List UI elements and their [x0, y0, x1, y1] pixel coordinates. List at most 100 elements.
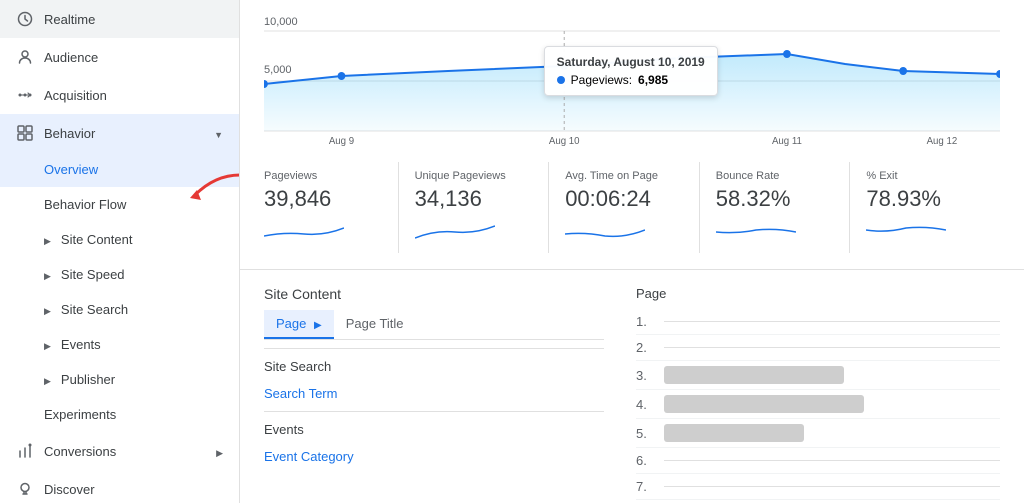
main-content: 10,000 5,000 [240, 0, 1024, 503]
sidebar-item-acquisition[interactable]: Acquisition [0, 76, 239, 114]
metric-exit-label: % Exit [866, 170, 984, 182]
sidebar-item-site-speed[interactable]: Site Speed [0, 257, 239, 292]
tooltip-metric-value: 6,985 [638, 73, 668, 87]
right-column: Page 1. 2. 3. 4. [636, 286, 1000, 500]
sidebar-item-audience[interactable]: Audience [0, 38, 239, 76]
sidebar-item-behavior[interactable]: Behavior [0, 114, 239, 152]
list-item-3: 3. [636, 361, 1000, 390]
sidebar-item-discover[interactable]: Discover [0, 470, 239, 503]
metrics-row: Pageviews 39,846 Unique Pageviews 34,136… [240, 154, 1024, 270]
sidebar-item-audience-label: Audience [44, 50, 223, 65]
chart-area: 10,000 5,000 [240, 0, 1024, 154]
metric-avg-time-value: 00:06:24 [565, 186, 683, 212]
metric-avg-time-label: Avg. Time on Page [565, 170, 683, 182]
numbered-list: 1. 2. 3. 4. [636, 309, 1000, 500]
list-item-1: 1. [636, 309, 1000, 335]
sidebar-item-events[interactable]: Events [0, 327, 239, 362]
person-icon [16, 48, 34, 66]
sidebar-item-publisher-label: Publisher [61, 372, 223, 387]
metric-unique-pageviews-value: 34,136 [415, 186, 533, 212]
metric-bounce-rate-value: 58.32% [716, 186, 834, 212]
sidebar-item-conversions-label: Conversions [44, 444, 206, 459]
events-chevron-icon [44, 337, 51, 352]
svg-text:Aug 12: Aug 12 [927, 136, 958, 146]
site-search-section-title: Site Search [264, 348, 604, 380]
list-num-3: 3. [636, 368, 656, 383]
list-bar-6 [664, 460, 1000, 461]
metric-exit: % Exit 78.93% [866, 162, 1000, 253]
events-section-title: Events [264, 411, 604, 443]
metric-pageviews-value: 39,846 [264, 186, 382, 212]
sidebar-item-site-speed-label: Site Speed [61, 267, 223, 282]
sidebar-item-discover-label: Discover [44, 482, 223, 497]
list-item-5: 5. [636, 419, 1000, 448]
clock-icon [16, 10, 34, 28]
list-num-6: 6. [636, 453, 656, 468]
list-bar-7 [664, 486, 1000, 487]
tab-page-label: Page [276, 316, 306, 331]
publisher-chevron-icon [44, 372, 51, 387]
metric-pageviews: Pageviews 39,846 [264, 162, 399, 253]
bottom-section: Site Content Page ▶ Page Title Site Sear… [240, 270, 1024, 503]
sidebar-item-site-content[interactable]: Site Content [0, 222, 239, 257]
chart-svg: Aug 9 Aug 10 Aug 11 Aug 12 Saturday, Aug… [264, 16, 1000, 146]
sidebar-item-realtime-label: Realtime [44, 12, 223, 27]
list-num-4: 4. [636, 397, 656, 412]
sidebar-item-behavior-flow-label: Behavior Flow [44, 197, 223, 212]
site-search-chevron-icon [44, 302, 51, 317]
tooltip-metric-label: Pageviews: [571, 73, 632, 87]
tooltip-metric: Pageviews: 6,985 [557, 73, 705, 87]
list-num-2: 2. [636, 340, 656, 355]
sidebar-item-site-search[interactable]: Site Search [0, 292, 239, 327]
svg-text:Aug 9: Aug 9 [329, 136, 354, 146]
list-item-7: 7. [636, 474, 1000, 500]
list-num-1: 1. [636, 314, 656, 329]
sidebar-item-events-label: Events [61, 337, 223, 352]
list-bar-3 [664, 366, 1000, 384]
sidebar-item-behavior-flow[interactable]: Behavior Flow [0, 187, 239, 222]
chart-tooltip: Saturday, August 10, 2019 Pageviews: 6,9… [544, 46, 718, 96]
metric-pageviews-label: Pageviews [264, 170, 382, 182]
sidebar-item-publisher[interactable]: Publisher [0, 362, 239, 397]
sidebar-item-overview-label: Overview [44, 162, 223, 177]
list-num-7: 7. [636, 479, 656, 494]
list-bar-5 [664, 424, 1000, 442]
svg-text:Aug 10: Aug 10 [549, 136, 580, 146]
left-column: Site Content Page ▶ Page Title Site Sear… [264, 286, 604, 500]
tab-page-title[interactable]: Page Title [334, 310, 416, 339]
right-col-title: Page [636, 286, 1000, 301]
list-item-2: 2. [636, 335, 1000, 361]
acquisition-icon [16, 86, 34, 104]
metric-exit-value: 78.93% [866, 186, 984, 212]
svg-text:Aug 11: Aug 11 [772, 136, 802, 146]
sidebar-item-site-search-label: Site Search [61, 302, 223, 317]
conversions-icon [16, 442, 34, 460]
tooltip-date: Saturday, August 10, 2019 [557, 55, 705, 69]
tooltip-dot [557, 76, 565, 84]
behavior-icon [16, 124, 34, 142]
behavior-chevron-icon [214, 126, 223, 141]
search-term-link[interactable]: Search Term [264, 380, 604, 407]
sidebar-item-conversions[interactable]: Conversions [0, 432, 239, 470]
metric-bounce-rate-label: Bounce Rate [716, 170, 834, 182]
event-category-link[interactable]: Event Category [264, 443, 604, 470]
sidebar-item-realtime[interactable]: Realtime [0, 0, 239, 38]
list-item-6: 6. [636, 448, 1000, 474]
metric-unique-pageviews-label: Unique Pageviews [415, 170, 533, 182]
sidebar-item-behavior-label: Behavior [44, 126, 204, 141]
tab-page-title-label: Page Title [346, 316, 404, 331]
sidebar-item-experiments[interactable]: Experiments [0, 397, 239, 432]
list-bar-1 [664, 321, 1000, 322]
sidebar-item-site-content-label: Site Content [61, 232, 223, 247]
list-num-5: 5. [636, 426, 656, 441]
site-content-title: Site Content [264, 286, 604, 302]
sidebar-item-overview[interactable]: Overview [0, 152, 239, 187]
conversions-chevron-icon [216, 444, 223, 459]
tab-page[interactable]: Page ▶ [264, 310, 334, 339]
tab-page-arrow: ▶ [314, 320, 322, 331]
sidebar: Realtime Audience Acquisition [0, 0, 240, 503]
lightbulb-icon [16, 480, 34, 498]
metric-bounce-rate: Bounce Rate 58.32% [716, 162, 851, 253]
sidebar-item-experiments-label: Experiments [44, 407, 223, 422]
sidebar-item-acquisition-label: Acquisition [44, 88, 223, 103]
